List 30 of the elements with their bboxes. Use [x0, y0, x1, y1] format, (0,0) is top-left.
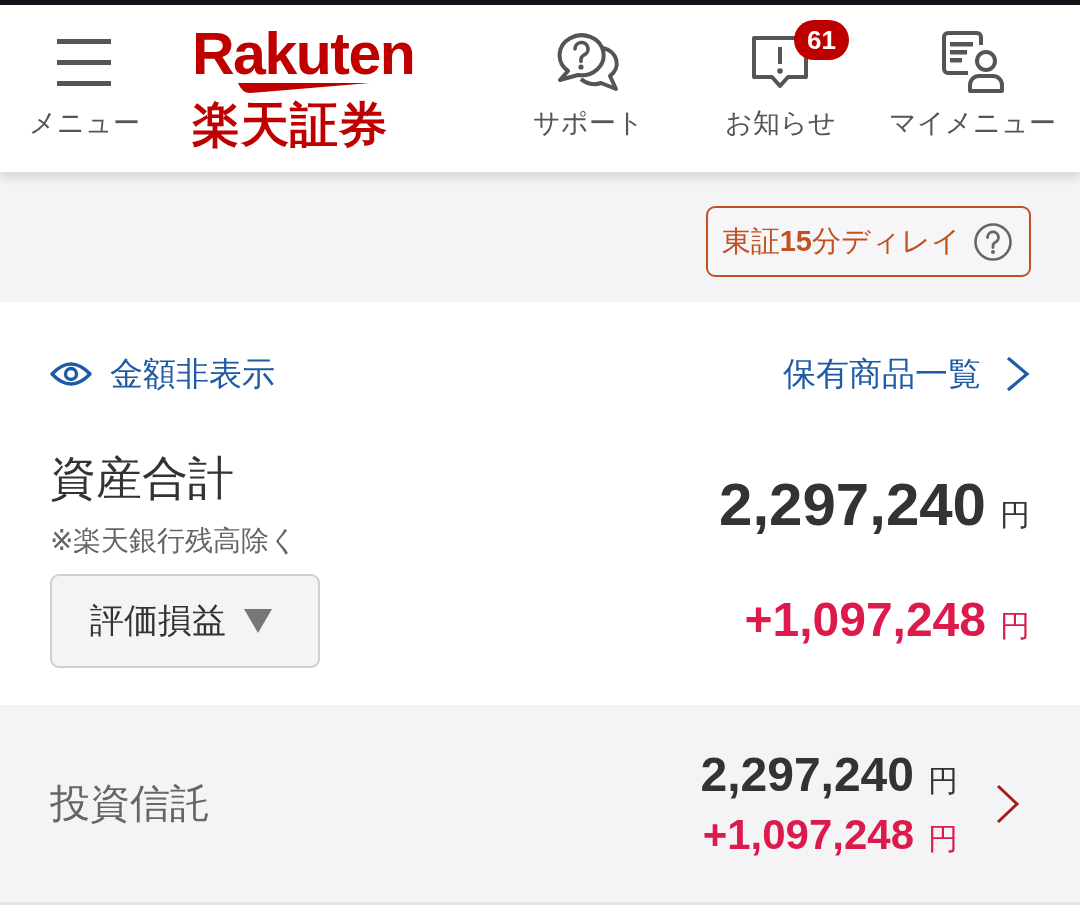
eye-icon — [50, 361, 92, 387]
note-text: ※楽天銀行残高除く — [50, 524, 299, 558]
gain-amount: +1,097,248 — [744, 592, 986, 648]
total-amount: 2,297,240 — [719, 470, 986, 540]
profile-document-icon — [940, 30, 1004, 94]
chevron-right-icon — [1005, 356, 1030, 392]
menu-icon — [57, 38, 111, 86]
caret-down-icon — [244, 609, 272, 633]
notifications-button[interactable]: 61 お知らせ — [684, 5, 876, 141]
help-icon — [973, 221, 1013, 262]
hide-amounts-toggle[interactable]: 金額非表示 — [50, 352, 275, 396]
holdings-link[interactable]: 保有商品一覧 — [783, 352, 1030, 396]
support-button[interactable]: サポート — [492, 5, 684, 141]
currency-unit: 円 — [928, 762, 958, 799]
support-chat-icon — [556, 32, 620, 92]
metric-dropdown[interactable]: 評価損益 — [50, 574, 320, 668]
my-menu-button[interactable]: マイメニュー — [876, 5, 1068, 141]
currency-unit: 円 — [1000, 608, 1030, 644]
notification-badge: 61 — [794, 20, 849, 60]
logo-subtitle: 楽天証券 — [192, 100, 388, 150]
asset-total-label: 資産合計 — [50, 451, 234, 506]
currency-unit: 円 — [1000, 497, 1030, 533]
currency-unit: 円 — [928, 820, 958, 857]
logo-wordmark: Rakuten — [192, 25, 415, 83]
category-amount: 2,297,240 — [700, 746, 914, 803]
category-gain: +1,097,248 — [702, 809, 914, 860]
chevron-right-icon — [995, 783, 1020, 824]
category-name: 投資信託 — [50, 780, 210, 827]
menu-button[interactable]: メニュー — [28, 5, 140, 141]
delay-notice-button[interactable]: 東証15分ディレイ — [705, 206, 1031, 277]
